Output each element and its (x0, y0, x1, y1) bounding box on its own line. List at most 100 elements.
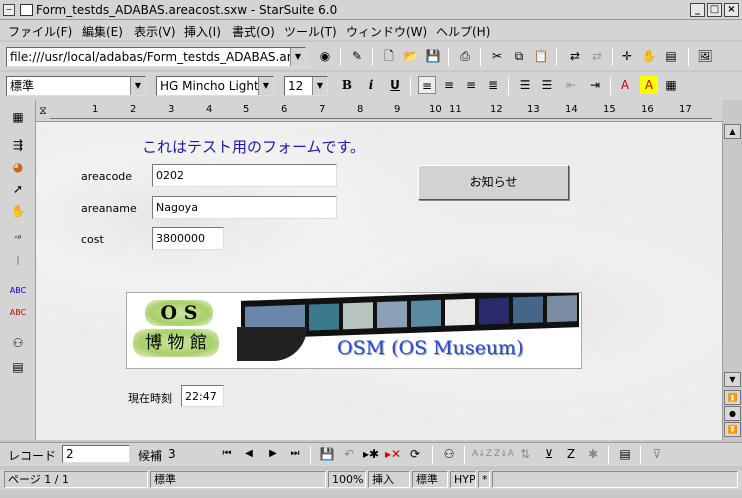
autofilter-icon[interactable]: ⊻ (540, 445, 558, 463)
chevron-down-icon[interactable]: ▼ (130, 77, 145, 95)
gallery-icon[interactable]: 🖼 (696, 47, 714, 65)
menu-tools[interactable]: ツール(T) (284, 23, 337, 40)
vertical-scrollbar[interactable]: ▲ ▼ ⏫ ● ⏬ (722, 122, 742, 440)
table-icon[interactable]: ▦ (9, 108, 27, 126)
data-to-text-icon[interactable]: ▤ (616, 445, 634, 463)
save-icon[interactable]: 💾 (424, 47, 442, 65)
copy-icon[interactable]: ⧉ (510, 47, 528, 65)
menu-view[interactable]: 表示(V) (134, 23, 176, 40)
autospellcheck-icon[interactable]: ABC (9, 304, 27, 322)
stop-icon[interactable]: ◉ (316, 47, 334, 65)
zoom-status[interactable]: 100% (328, 471, 366, 488)
window-menu-icon[interactable]: − (3, 4, 15, 16)
chevron-down-icon[interactable]: ▼ (312, 77, 327, 95)
menu-file[interactable]: ファイル(F) (8, 23, 72, 40)
selection-mode-status[interactable]: 標準 (412, 471, 448, 488)
ruler-label-11: 11 (449, 104, 462, 115)
next-record-icon[interactable]: ▶ (264, 445, 282, 463)
align-right-icon[interactable]: ≡ (462, 76, 480, 94)
select-pointer-icon[interactable]: ➚ (9, 180, 27, 198)
filter-icon[interactable]: ⊽ (648, 445, 666, 463)
align-left-icon[interactable]: ≡ (418, 76, 436, 94)
navigator-icon[interactable]: ✛ (618, 47, 636, 65)
last-record-icon[interactable]: ⏭ (286, 445, 304, 463)
insert-mode-status[interactable]: 挿入 (368, 471, 410, 488)
print-icon[interactable]: ⎙ (456, 47, 474, 65)
sort-ascending-icon[interactable]: A↓Z (472, 445, 492, 463)
chevron-down-icon[interactable]: ▼ (290, 48, 305, 66)
maximize-button[interactable]: □ (707, 3, 722, 17)
horizontal-ruler[interactable]: ⧖ 1 2 3 4 5 6 7 8 9 10 11 12 13 14 15 16… (36, 100, 722, 122)
underline-button[interactable]: U (386, 76, 404, 94)
open-folder-icon[interactable]: 📂 (402, 47, 420, 65)
italic-button[interactable]: i (362, 76, 380, 94)
menu-format[interactable]: 書式(O) (232, 23, 275, 40)
paragraph-style-combobox[interactable]: 標準 ▼ (6, 76, 146, 96)
font-size-combobox[interactable]: 12 ▼ (284, 76, 328, 96)
justify-icon[interactable]: ≣ (484, 76, 502, 94)
highlight-icon[interactable]: A (640, 76, 658, 94)
redo-icon[interactable]: ⇄ (588, 47, 606, 65)
previous-page-icon[interactable]: ⏫ (724, 390, 741, 405)
bold-button[interactable]: B (338, 76, 356, 94)
datasource-table-icon[interactable]: ▤ (9, 358, 27, 376)
background-color-icon[interactable]: ▦ (662, 76, 680, 94)
new-document-icon[interactable]: 🗋 (380, 47, 398, 65)
menu-help[interactable]: ヘルプ(H) (436, 23, 490, 40)
scroll-down-icon[interactable]: ▼ (724, 372, 741, 387)
increase-indent-icon[interactable]: ⇥ (586, 76, 604, 94)
record-number-field[interactable]: 2 (62, 445, 130, 463)
new-record-icon[interactable]: ▸✱ (362, 445, 380, 463)
close-button[interactable]: × (724, 3, 739, 17)
decrease-indent-icon[interactable]: ⇤ (562, 76, 580, 94)
first-record-icon[interactable]: ⏮ (218, 445, 236, 463)
undo-icon[interactable]: ⇄ (566, 47, 584, 65)
delete-record-icon[interactable]: ▸✕ (384, 445, 402, 463)
sort-icon[interactable]: ⇅ (516, 445, 534, 463)
cost-field[interactable]: 3800000 (152, 227, 224, 250)
undo-record-icon[interactable]: ↶ (340, 445, 358, 463)
text-direction-icon[interactable]: ᴬᴮ (9, 230, 27, 248)
page-style-status[interactable]: 標準 (150, 471, 326, 488)
menu-window[interactable]: ウィンドウ(W) (346, 23, 427, 40)
save-record-icon[interactable]: 💾 (318, 445, 336, 463)
apply-filter-icon[interactable]: Z (562, 445, 580, 463)
find-record-icon[interactable]: ⚇ (440, 445, 458, 463)
edit-file-icon[interactable]: ✎ (348, 47, 366, 65)
paste-icon[interactable]: 📋 (532, 47, 550, 65)
sort-descending-icon[interactable]: Z↓A (494, 445, 514, 463)
form-controls-icon[interactable]: ◕ (9, 158, 27, 176)
cut-icon[interactable]: ✂ (488, 47, 506, 65)
data-sources-icon[interactable]: ▤ (662, 47, 680, 65)
current-time-field[interactable]: 22:47 (181, 385, 224, 407)
previous-record-icon[interactable]: ◀ (240, 445, 258, 463)
numbering-icon[interactable]: ☰ (516, 76, 534, 94)
next-page-icon[interactable]: ⏬ (724, 422, 741, 437)
menu-edit[interactable]: 編集(E) (82, 23, 123, 40)
menu-insert[interactable]: 挿入(I) (184, 23, 221, 40)
remove-filter-icon[interactable]: ✱ (584, 445, 602, 463)
text-cursor-icon[interactable]: I (9, 252, 27, 270)
navigation-icon[interactable]: ● (724, 406, 741, 421)
document-area[interactable]: これはテスト用のフォームです。 areacode 0202 areaname N… (36, 122, 722, 440)
font-name-combobox[interactable]: HG Mincho Light J ▼ (156, 76, 274, 96)
minimize-button[interactable]: _ (690, 3, 705, 17)
bullets-icon[interactable]: ☰ (538, 76, 556, 94)
refresh-icon[interactable]: ⟳ (406, 445, 424, 463)
status-info-area (492, 471, 738, 488)
notice-button[interactable]: お知らせ (418, 165, 569, 200)
align-center-icon[interactable]: ≡ (440, 76, 458, 94)
insert-fields-icon[interactable]: ⇶ (9, 136, 27, 154)
areacode-field[interactable]: 0202 (152, 164, 337, 187)
binoculars-icon[interactable]: ⚇ (9, 334, 27, 352)
url-combobox[interactable]: file:///usr/local/adabas/Form_testds_ADA… (6, 47, 306, 67)
font-color-icon[interactable]: A (616, 76, 634, 94)
chevron-down-icon[interactable]: ▼ (258, 77, 273, 95)
scroll-up-icon[interactable]: ▲ (724, 124, 741, 139)
tab-stop-icon[interactable]: ⧖ (36, 104, 50, 118)
hand-icon[interactable]: ✋ (9, 202, 27, 220)
hyperlink-mode-status[interactable]: HYP (450, 471, 476, 488)
stylist-icon[interactable]: ✋ (640, 47, 658, 65)
areaname-field[interactable]: Nagoya (152, 196, 337, 219)
spellcheck-icon[interactable]: ABC (9, 282, 27, 300)
